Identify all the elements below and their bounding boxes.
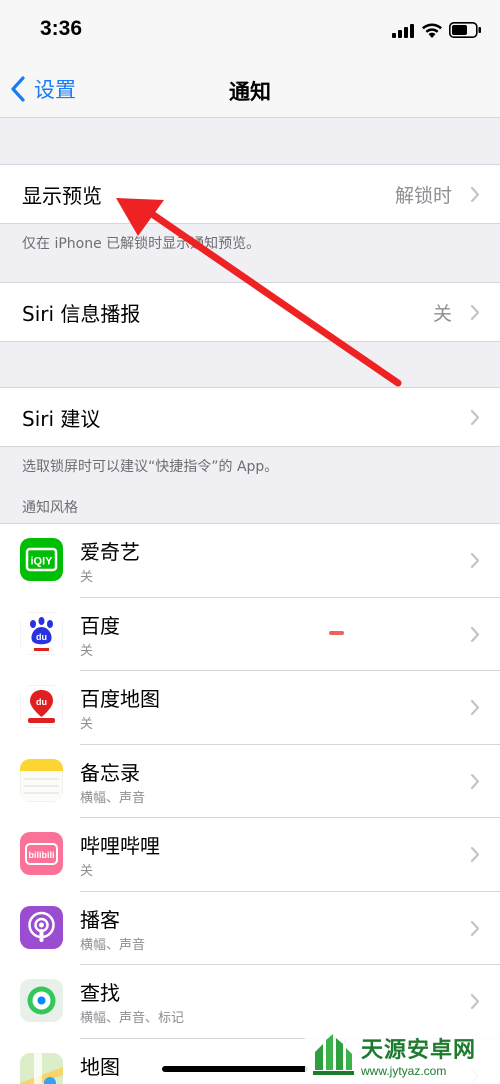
show-preview-label: 显示预览: [22, 183, 102, 208]
siri-suggest-row[interactable]: Siri 建议: [0, 388, 500, 446]
chevron-right-icon: [470, 699, 480, 716]
siri-suggest-footer: 选取锁屏时可以建议“快捷指令”的 App。: [22, 459, 279, 475]
show-preview-value: 解锁时: [394, 184, 452, 207]
siri-announce-group: Siri 信息播报 关: [0, 282, 500, 342]
battery-icon: [449, 22, 481, 38]
chevron-right-icon: [470, 773, 480, 789]
chevron-right-icon: [470, 920, 480, 936]
watermark-url: www.jytyaz.com: [361, 1064, 447, 1078]
chevron-right-icon: [470, 626, 480, 642]
app-row-iqiyi[interactable]: iQIY 爱奇艺 关: [0, 524, 500, 598]
chevron-right-icon: [470, 993, 480, 1010]
svg-text:du: du: [36, 632, 47, 642]
app-notification-summary: 关: [80, 864, 94, 879]
app-list: iQIY 爱奇艺 关 du 百度 关 du 百度地图 关 备忘录 横幅、声音 b…: [0, 523, 500, 1084]
app-row-notes[interactable]: 备忘录 横幅、声音: [0, 745, 500, 818]
chevron-right-icon: [470, 409, 480, 426]
siri-announce-label: Siri 信息播报: [22, 301, 141, 326]
status-bar: 3:36: [0, 0, 500, 60]
app-name: 哔哩哔哩: [80, 834, 160, 858]
app-notification-summary: 关: [80, 717, 94, 732]
app-name: 爱奇艺: [80, 540, 140, 564]
siri-announce-value: 关: [432, 302, 452, 325]
chevron-right-icon: [470, 186, 480, 203]
app-notification-summary: 横幅、声音: [80, 790, 146, 806]
watermark: 天源安卓网 www.jytyaz.com: [305, 1026, 500, 1084]
navigation-bar: 设置 通知: [0, 60, 500, 118]
notification-style-header: 通知风格: [22, 500, 78, 516]
app-name: 查找: [80, 981, 120, 1005]
cellular-signal-icon: [392, 24, 414, 38]
app-notification-summary: 关: [80, 570, 94, 585]
status-time: 3:36: [40, 17, 83, 40]
siri-announce-row[interactable]: Siri 信息播报 关: [0, 283, 500, 341]
app-name: 百度: [80, 613, 120, 638]
svg-text:iQIY: iQIY: [30, 556, 53, 568]
svg-text:du: du: [36, 697, 47, 707]
siri-suggest-group: Siri 建议: [0, 387, 500, 447]
notes-icon: [20, 758, 63, 802]
chevron-right-icon: [470, 304, 480, 321]
app-name: 地图: [80, 1054, 120, 1079]
iqiyi-icon: iQIY: [20, 538, 63, 581]
show-preview-footer: 仅在 iPhone 已解锁时显示通知预览。: [22, 236, 261, 252]
siri-suggest-label: Siri 建议: [22, 406, 101, 431]
android-logo-icon: [313, 1034, 354, 1075]
app-row-bilibili[interactable]: bilibili 哔哩哔哩 关: [0, 818, 500, 892]
app-notification-summary: 横幅、声音: [80, 937, 146, 953]
wifi-icon: [422, 23, 442, 38]
show-preview-row[interactable]: 显示预览 解锁时: [0, 165, 500, 223]
app-name: 备忘录: [80, 760, 140, 785]
app-notification-summary: 横幅: [80, 1081, 106, 1084]
bilibili-icon: bilibili: [20, 832, 63, 875]
app-notification-summary: 横幅、声音、标记: [80, 1011, 185, 1026]
baidu-icon: du: [20, 611, 63, 655]
app-name: 播客: [80, 907, 120, 932]
maps-icon: [20, 1052, 63, 1084]
home-indicator: [162, 1066, 308, 1072]
podcasts-icon: [20, 905, 63, 949]
show-preview-group: 显示预览 解锁时: [0, 164, 500, 224]
app-row-podcasts[interactable]: 播客 横幅、声音: [0, 892, 500, 965]
app-name: 百度地图: [80, 687, 160, 711]
watermark-title: 天源安卓网: [361, 1038, 477, 1063]
app-row-baidu-map[interactable]: du 百度地图 关: [0, 671, 500, 745]
app-row-baidu[interactable]: du 百度 关: [0, 598, 500, 671]
baidu-map-icon: du: [20, 685, 63, 728]
find-my-icon: [20, 979, 63, 1022]
app-notification-summary: 关: [80, 643, 94, 659]
chevron-right-icon: [470, 552, 480, 569]
svg-text:bilibili: bilibili: [29, 850, 55, 860]
page-title: 通知: [229, 80, 271, 104]
chevron-right-icon: [470, 846, 480, 863]
